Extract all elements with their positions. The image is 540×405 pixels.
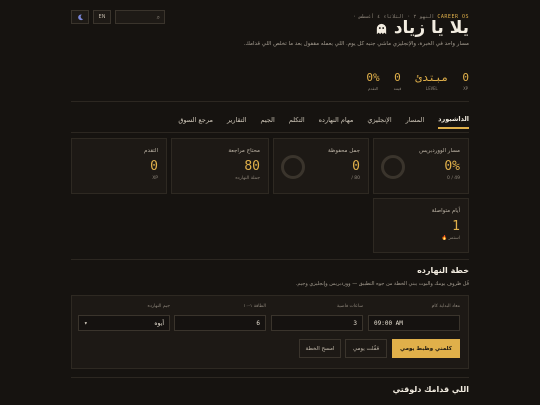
card-label: جمل محفوظة bbox=[328, 148, 360, 154]
stat-label: XP bbox=[463, 86, 469, 91]
stat-label: قيمة bbox=[393, 86, 402, 91]
divider bbox=[71, 377, 469, 378]
tab-speaking[interactable]: التكلم bbox=[289, 116, 305, 129]
plan-form: معاد البداية كام ساعات فاضية الطاقة ١-١٠… bbox=[71, 295, 469, 369]
plan-description: قُل ظروف يومك والبوت يبني الخطة من جوه ا… bbox=[295, 281, 469, 287]
header-controls: EN ⌕ bbox=[71, 10, 165, 24]
theme-toggle-button[interactable] bbox=[71, 10, 89, 24]
card-value: 0 bbox=[150, 159, 158, 174]
stat-label: LEVEL bbox=[425, 86, 438, 91]
card-value: 0% bbox=[444, 159, 460, 174]
divider bbox=[71, 101, 469, 102]
page-subtitle: مسار واحد في الخبرة، والإنجليزي ماشي جنب… bbox=[243, 41, 469, 47]
ghost-icon bbox=[376, 23, 386, 34]
clear-plan-button[interactable]: امسح الخطة bbox=[299, 339, 341, 358]
card-progress: التقدم 0 XP bbox=[71, 138, 167, 194]
card-sub: 🔥 استمر bbox=[441, 236, 460, 241]
start-time-label: معاد البداية كام bbox=[431, 304, 460, 309]
card-value: 1 bbox=[452, 219, 460, 234]
card-streak: أيام متواصلة 1 🔥 استمر bbox=[373, 198, 469, 253]
stat-value-count: 0 قيمة bbox=[394, 71, 402, 91]
moon-icon bbox=[77, 14, 83, 20]
card-sub: جملة النهارده bbox=[235, 176, 260, 181]
tab-path[interactable]: المسار bbox=[406, 116, 424, 129]
energy-label: الطاقة ١-١٠ bbox=[243, 304, 266, 309]
tab-market-reference[interactable]: مرجع السوق bbox=[178, 116, 213, 129]
energy-value: 6 bbox=[256, 319, 260, 327]
tab-gym[interactable]: الجيم bbox=[261, 116, 275, 129]
free-hours-value: 3 bbox=[353, 319, 357, 327]
plan-title: خطة النهارده bbox=[417, 266, 469, 275]
stats-row: 0 XP مبتدئ LEVEL 0 قيمة 0% التقدم bbox=[366, 71, 469, 91]
stat-label: التقدم bbox=[367, 86, 379, 91]
page-title: يلا يا زياد bbox=[375, 18, 469, 38]
tab-today-tasks[interactable]: مهام النهارده bbox=[319, 116, 354, 129]
nav-tabs: الداشبورد المسار الإنجليزي مهام النهارده… bbox=[71, 112, 469, 132]
energy-input[interactable]: 6 bbox=[174, 315, 266, 331]
gym-label: جيم النهارده bbox=[147, 304, 170, 309]
start-time-input[interactable]: 09:00 AM bbox=[368, 315, 460, 331]
stat-xp: 0 XP bbox=[462, 71, 469, 91]
card-needs-review: محتاج مراجعة 80 جملة النهارده bbox=[171, 138, 269, 194]
chevron-down-icon: ▾ bbox=[84, 319, 88, 327]
tab-reports[interactable]: التقارير bbox=[227, 116, 247, 129]
gym-select-value: أيوه bbox=[154, 319, 164, 327]
tabs-divider bbox=[71, 132, 469, 133]
gym-select[interactable]: أيوه ▾ bbox=[78, 315, 170, 331]
card-value: 80 bbox=[244, 159, 260, 174]
card-sub: / 80 bbox=[351, 176, 360, 181]
card-saved-sentences: جمل محفوظة 0 / 80 bbox=[273, 138, 369, 194]
stat-value: 0% bbox=[366, 71, 380, 84]
page-title-text: يلا يا زياد bbox=[393, 18, 469, 38]
card-sub: 0 / 49 bbox=[447, 176, 460, 181]
divider bbox=[71, 259, 469, 260]
stat-progress: 0% التقدم bbox=[366, 71, 379, 91]
card-label: التقدم bbox=[144, 148, 158, 154]
free-hours-label: ساعات فاضية bbox=[337, 304, 363, 309]
language-button[interactable]: EN bbox=[93, 10, 111, 24]
tab-dashboard[interactable]: الداشبورد bbox=[438, 115, 469, 129]
free-hours-input[interactable]: 3 bbox=[271, 315, 363, 331]
progress-ring bbox=[381, 155, 405, 179]
card-label: محتاج مراجعة bbox=[228, 148, 260, 154]
card-value: 0 bbox=[352, 159, 360, 174]
search-icon: ⌕ bbox=[156, 14, 160, 21]
start-time-value: 09:00 AM bbox=[374, 319, 403, 327]
stat-value: مبتدئ bbox=[415, 71, 449, 84]
card-sub: XP bbox=[152, 176, 158, 181]
plan-my-day-button[interactable]: كلمني وظبط يومي bbox=[392, 339, 460, 358]
stat-value: 0 bbox=[462, 71, 469, 84]
stat-level: مبتدئ LEVEL bbox=[415, 71, 448, 91]
stat-value: 0 bbox=[394, 71, 401, 84]
card-label: مسار الووردبريس bbox=[419, 148, 460, 154]
card-label: أيام متواصلة bbox=[431, 208, 460, 214]
search-input[interactable]: ⌕ bbox=[115, 10, 165, 24]
progress-ring bbox=[281, 155, 305, 179]
card-wordpress-path: مسار الووردبريس 0% 0 / 49 bbox=[373, 138, 469, 194]
close-day-button[interactable]: قفّلت يومي bbox=[345, 339, 387, 358]
tab-english[interactable]: الإنجليزي bbox=[367, 116, 391, 129]
next-section-title: اللي قدامك دلوقتي bbox=[392, 385, 469, 394]
